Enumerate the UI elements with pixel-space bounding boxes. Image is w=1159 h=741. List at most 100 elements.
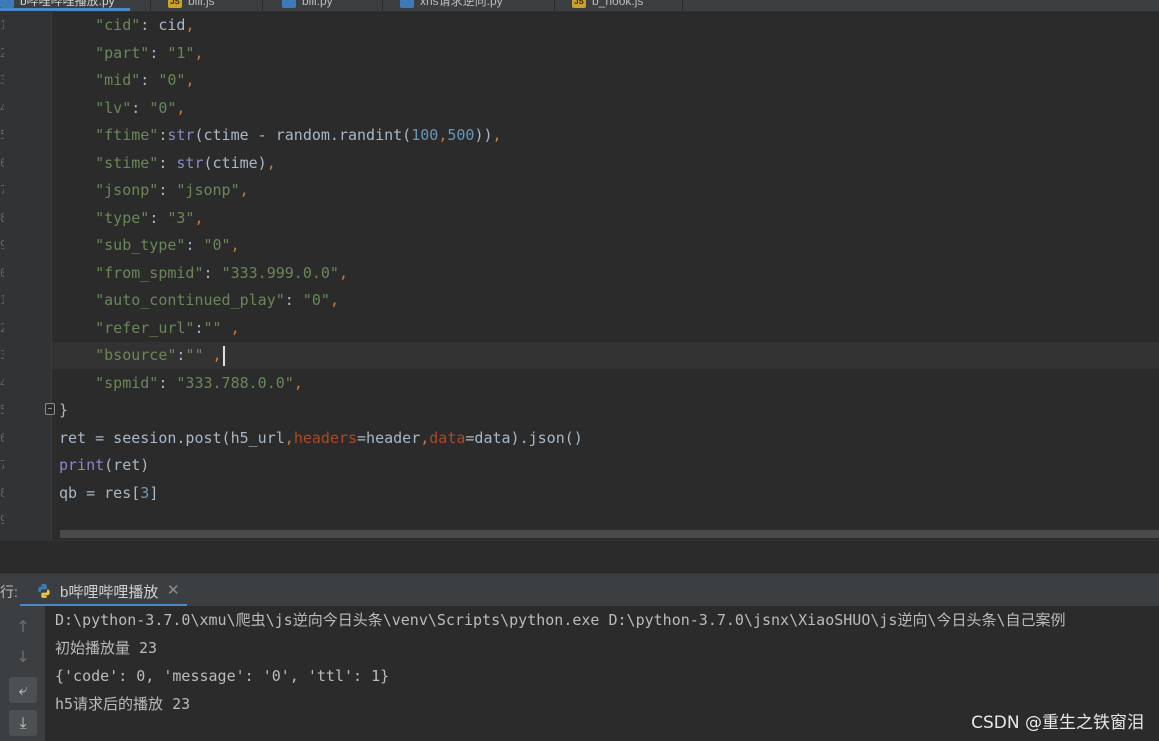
tab-bili-js[interactable]: JS bili.js: [168, 0, 215, 11]
soft-wrap-icon[interactable]: ⤶: [9, 677, 37, 703]
code-token: "jsonp": [176, 181, 240, 199]
line-number: 6: [0, 430, 4, 445]
line-number: 9: [0, 513, 4, 527]
code-token: "": [203, 318, 222, 337]
code-token: ,: [230, 318, 240, 337]
js-file-icon: JS: [168, 0, 182, 8]
run-toolbar: ↑ ↓ ⤶ ⤓: [0, 606, 45, 741]
code-token: "333.999.0.0": [221, 263, 339, 282]
line-number: 3: [0, 73, 4, 87]
code-token: "0": [203, 236, 231, 254]
code-line: "cid": cid,: [59, 12, 194, 39]
close-icon[interactable]: ✕: [167, 581, 180, 599]
code-token: :: [284, 291, 303, 309]
code-token: :: [203, 263, 222, 282]
code-token: 100: [411, 126, 439, 144]
code-token: (ctime - random.randint(: [194, 126, 412, 144]
fold-icon[interactable]: [45, 403, 55, 415]
line-number: 4: [0, 100, 4, 115]
code-token: ,: [284, 428, 294, 447]
line-number: 8: [0, 485, 4, 500]
python-file-icon: [282, 0, 296, 8]
code-token: ,: [230, 236, 240, 254]
line-number: 5: [0, 403, 4, 417]
code-token: :: [185, 236, 204, 254]
line-number-gutter[interactable]: 1 2 3 4 5 6 7 8 9 0 1 2 3 4 5 6 7 8 9: [0, 12, 52, 540]
run-tab[interactable]: b哔哩哔哩播放 ✕: [20, 574, 187, 607]
code-line: "spmid": "333.788.0.0",: [59, 370, 303, 397]
tab-xhs-py[interactable]: xhs请求逆向.py: [400, 0, 503, 11]
line-number: 7: [0, 458, 4, 472]
horizontal-scrollbar[interactable]: [60, 530, 1159, 538]
code-token: "bsource": [95, 346, 177, 364]
code-token: 3: [140, 483, 150, 502]
code-token: :: [158, 181, 177, 199]
code-token: ,: [185, 71, 195, 89]
code-line: ret = seesion.post(h5_url,headers=header…: [59, 425, 583, 452]
console-line: {'code': 0, 'message': '0', 'ttl': 1}: [55, 667, 390, 685]
python-file-icon: [400, 0, 414, 8]
tab-b-hook-js[interactable]: JS b_hook.js: [572, 0, 643, 11]
code-line: "lv": "0",: [59, 95, 185, 122]
tab-bili-py[interactable]: bili.py: [282, 0, 333, 11]
code-token: str: [167, 126, 195, 144]
code-token: (ret): [104, 456, 150, 474]
line-number: 2: [0, 45, 4, 60]
up-arrow-icon[interactable]: ↑: [9, 614, 37, 640]
line-number: 3: [0, 348, 4, 362]
code-token: "0": [158, 71, 186, 89]
code-token: =data).json(): [465, 428, 583, 447]
editor-tab-bar: b哔哩哔哩播放.py JS bili.js bili.py xhs请求逆向.py…: [0, 0, 1159, 12]
code-line: "part": "1",: [59, 40, 203, 67]
code-token: ,: [293, 373, 303, 392]
code-token: ]: [149, 483, 159, 502]
console-line: D:\python-3.7.0\xmu\爬虫\js逆向今日头条\venv\Scr…: [55, 611, 1066, 629]
line-number: 0: [0, 265, 4, 280]
code-token: "0": [149, 98, 177, 117]
code-line: "from_spmid": "333.999.0.0",: [59, 260, 348, 287]
tab-separator: [262, 0, 263, 11]
code-token: ,: [438, 126, 448, 144]
code-token: :: [158, 153, 177, 172]
code-token: "jsonp": [95, 181, 159, 199]
code-token: str: [176, 153, 204, 172]
code-token: ,: [185, 16, 195, 34]
code-line: "type": "3",: [59, 205, 203, 232]
code-line: "mid": "0",: [59, 67, 194, 94]
code-token: ,: [338, 263, 348, 282]
code-token: "from_spmid": [95, 263, 204, 282]
code-token: :: [149, 208, 168, 227]
scroll-to-end-icon[interactable]: ⤓: [9, 710, 37, 736]
down-arrow-icon[interactable]: ↓: [9, 644, 37, 670]
line-number: 4: [0, 375, 4, 390]
tab-separator: [682, 0, 683, 11]
code-token: :: [131, 98, 150, 117]
code-token: ,: [492, 126, 502, 144]
python-icon: [38, 584, 50, 598]
code-token: "ftime": [95, 126, 159, 144]
code-line: "ftime":str(ctime - random.randint(100,5…: [59, 122, 502, 149]
code-token: )): [474, 126, 493, 144]
code-token: print: [59, 456, 105, 474]
code-editor[interactable]: "cid": cid, "part": "1", "mid": "0", "lv…: [52, 12, 1159, 540]
tab-label: xhs请求逆向.py: [420, 0, 503, 8]
tab-label: b_hook.js: [592, 0, 644, 8]
code-token: "3": [167, 208, 195, 227]
code-token: :: [149, 43, 168, 62]
code-token: }: [59, 401, 69, 419]
code-token: "": [185, 346, 204, 364]
code-token: "auto_continued_play": [95, 291, 285, 309]
panel-splitter[interactable]: [0, 540, 1159, 574]
console-line: h5请求后的播放 23: [55, 695, 191, 713]
code-token: "spmid": [95, 373, 159, 392]
